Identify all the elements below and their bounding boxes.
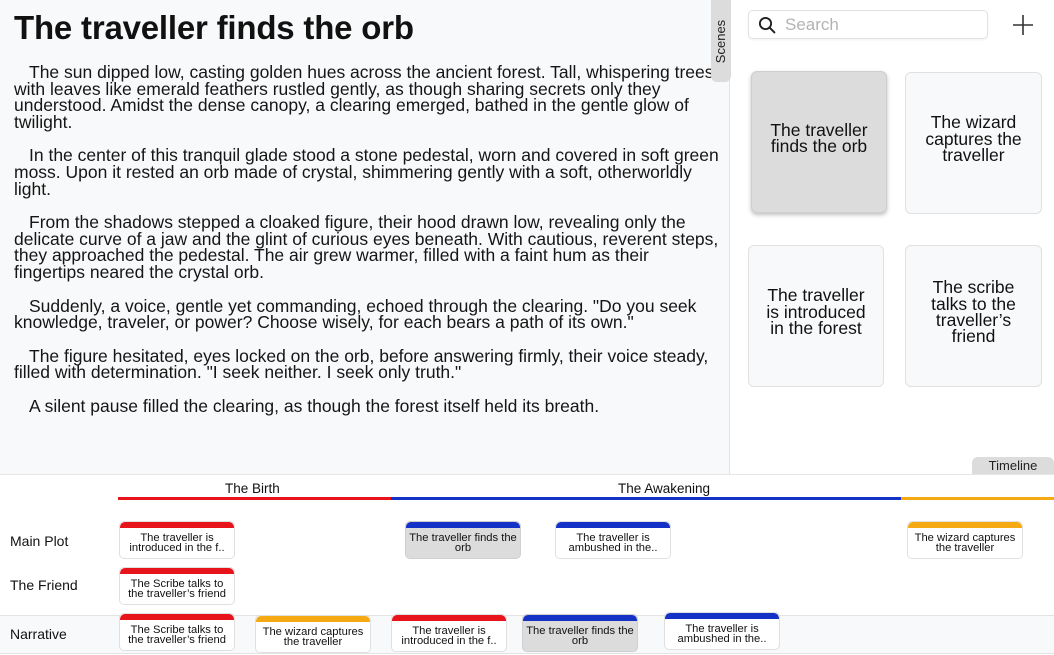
timeline-card[interactable]: The traveller is introduced in the f.. (119, 521, 235, 559)
scenes-panel: The traveller finds the orb The wizard c… (731, 0, 1054, 474)
scene-card-label: The traveller is introduced in the fores… (766, 285, 866, 339)
timeline-card[interactable]: The traveller is ambushed in the.. (664, 612, 780, 650)
story-text[interactable]: The sun dipped low, casting golden hues … (14, 63, 720, 432)
timeline-card-label: The traveller finds the orb (409, 532, 517, 554)
search-input[interactable] (785, 14, 980, 36)
scene-card-label: The scribe talks to the traveller’s frie… (931, 277, 1016, 347)
timeline-card[interactable]: The Scribe talks to the traveller’s frie… (119, 613, 235, 651)
scene-card-label: The traveller finds the orb (770, 119, 868, 156)
timeline-card-label: The traveller is introduced in the f.. (129, 532, 225, 554)
arc-label-the-awakening[interactable]: The Awakening (618, 481, 710, 496)
timeline-card-label: The Scribe talks to the traveller’s frie… (128, 624, 226, 646)
timeline-card[interactable]: The traveller is ambushed in the.. (555, 521, 671, 559)
arc-bar-third[interactable] (901, 497, 1054, 500)
scene-card-label: The wizard captures the traveller (925, 112, 1022, 166)
timeline-card-label: The traveller is ambushed in the.. (677, 623, 767, 645)
arc-bar-the-birth[interactable] (118, 497, 391, 500)
timeline-card[interactable]: The traveller finds the orb (405, 521, 521, 559)
timeline-card-label: The traveller is ambushed in the.. (568, 532, 658, 554)
arc-bar-the-awakening[interactable] (391, 497, 901, 500)
card-color-stripe (256, 616, 370, 622)
timeline-card[interactable]: The wizard captures the traveller (907, 521, 1023, 559)
scenes-panel-toggle[interactable]: Scenes (711, 0, 731, 82)
timeline-card-label: The wizard captures the traveller (262, 626, 364, 648)
card-color-stripe (120, 522, 234, 528)
arc-label-the-birth[interactable]: The Birth (225, 481, 280, 496)
scene-card[interactable]: The traveller finds the orb (751, 71, 887, 213)
story-paragraph[interactable]: Suddenly, a voice, gentle yet commanding… (14, 297, 720, 331)
track-label-main-plot: Main Plot (10, 533, 69, 549)
timeline-card-label: The wizard captures the traveller (914, 532, 1016, 554)
add-scene-button[interactable] (1010, 12, 1036, 38)
scene-card[interactable]: The wizard captures the traveller (905, 72, 1042, 214)
story-paragraph[interactable]: From the shadows stepped a cloaked figur… (14, 213, 720, 280)
scene-title[interactable]: The traveller finds the orb (14, 9, 414, 47)
card-color-stripe (665, 613, 779, 619)
timeline-card[interactable]: The traveller is introduced in the f.. (391, 614, 507, 652)
timeline-card[interactable]: The traveller finds the orb (522, 614, 638, 652)
search-box[interactable] (748, 10, 988, 39)
card-color-stripe (523, 615, 637, 621)
card-color-stripe (120, 614, 234, 620)
scene-editor: The traveller finds the orb The sun dipp… (0, 0, 730, 474)
card-color-stripe (908, 522, 1022, 528)
story-paragraph[interactable]: In the center of this tranquil glade sto… (14, 147, 720, 198)
card-color-stripe (556, 522, 670, 528)
timeline-card-label: The traveller finds the orb (526, 625, 634, 647)
timeline-card[interactable]: The Scribe talks to the traveller’s frie… (119, 567, 235, 605)
scenes-tab-label: Scenes (713, 19, 729, 63)
card-color-stripe (406, 522, 520, 528)
timeline-card-label: The Scribe talks to the traveller’s frie… (128, 578, 226, 600)
plus-icon (1013, 15, 1033, 35)
track-label-the-friend: The Friend (10, 577, 78, 593)
track-label-narrative: Narrative (10, 626, 67, 642)
scene-card[interactable]: The scribe talks to the traveller’s frie… (905, 245, 1042, 387)
scene-card[interactable]: The traveller is introduced in the fores… (748, 245, 884, 387)
card-color-stripe (120, 568, 234, 574)
story-paragraph[interactable]: A silent pause filled the clearing, as t… (14, 397, 720, 415)
card-color-stripe (392, 615, 506, 621)
story-paragraph[interactable]: The figure hesitated, eyes locked on the… (14, 347, 720, 381)
timeline-card-label: The traveller is introduced in the f.. (401, 625, 497, 647)
timeline-panel-toggle[interactable]: Timeline (972, 457, 1054, 475)
timeline-card[interactable]: The wizard captures the traveller (255, 615, 371, 653)
timeline: The Birth The Awakening Main Plot The Fr… (0, 474, 1054, 655)
search-icon (758, 16, 776, 34)
story-paragraph[interactable]: The sun dipped low, casting golden hues … (14, 63, 720, 130)
